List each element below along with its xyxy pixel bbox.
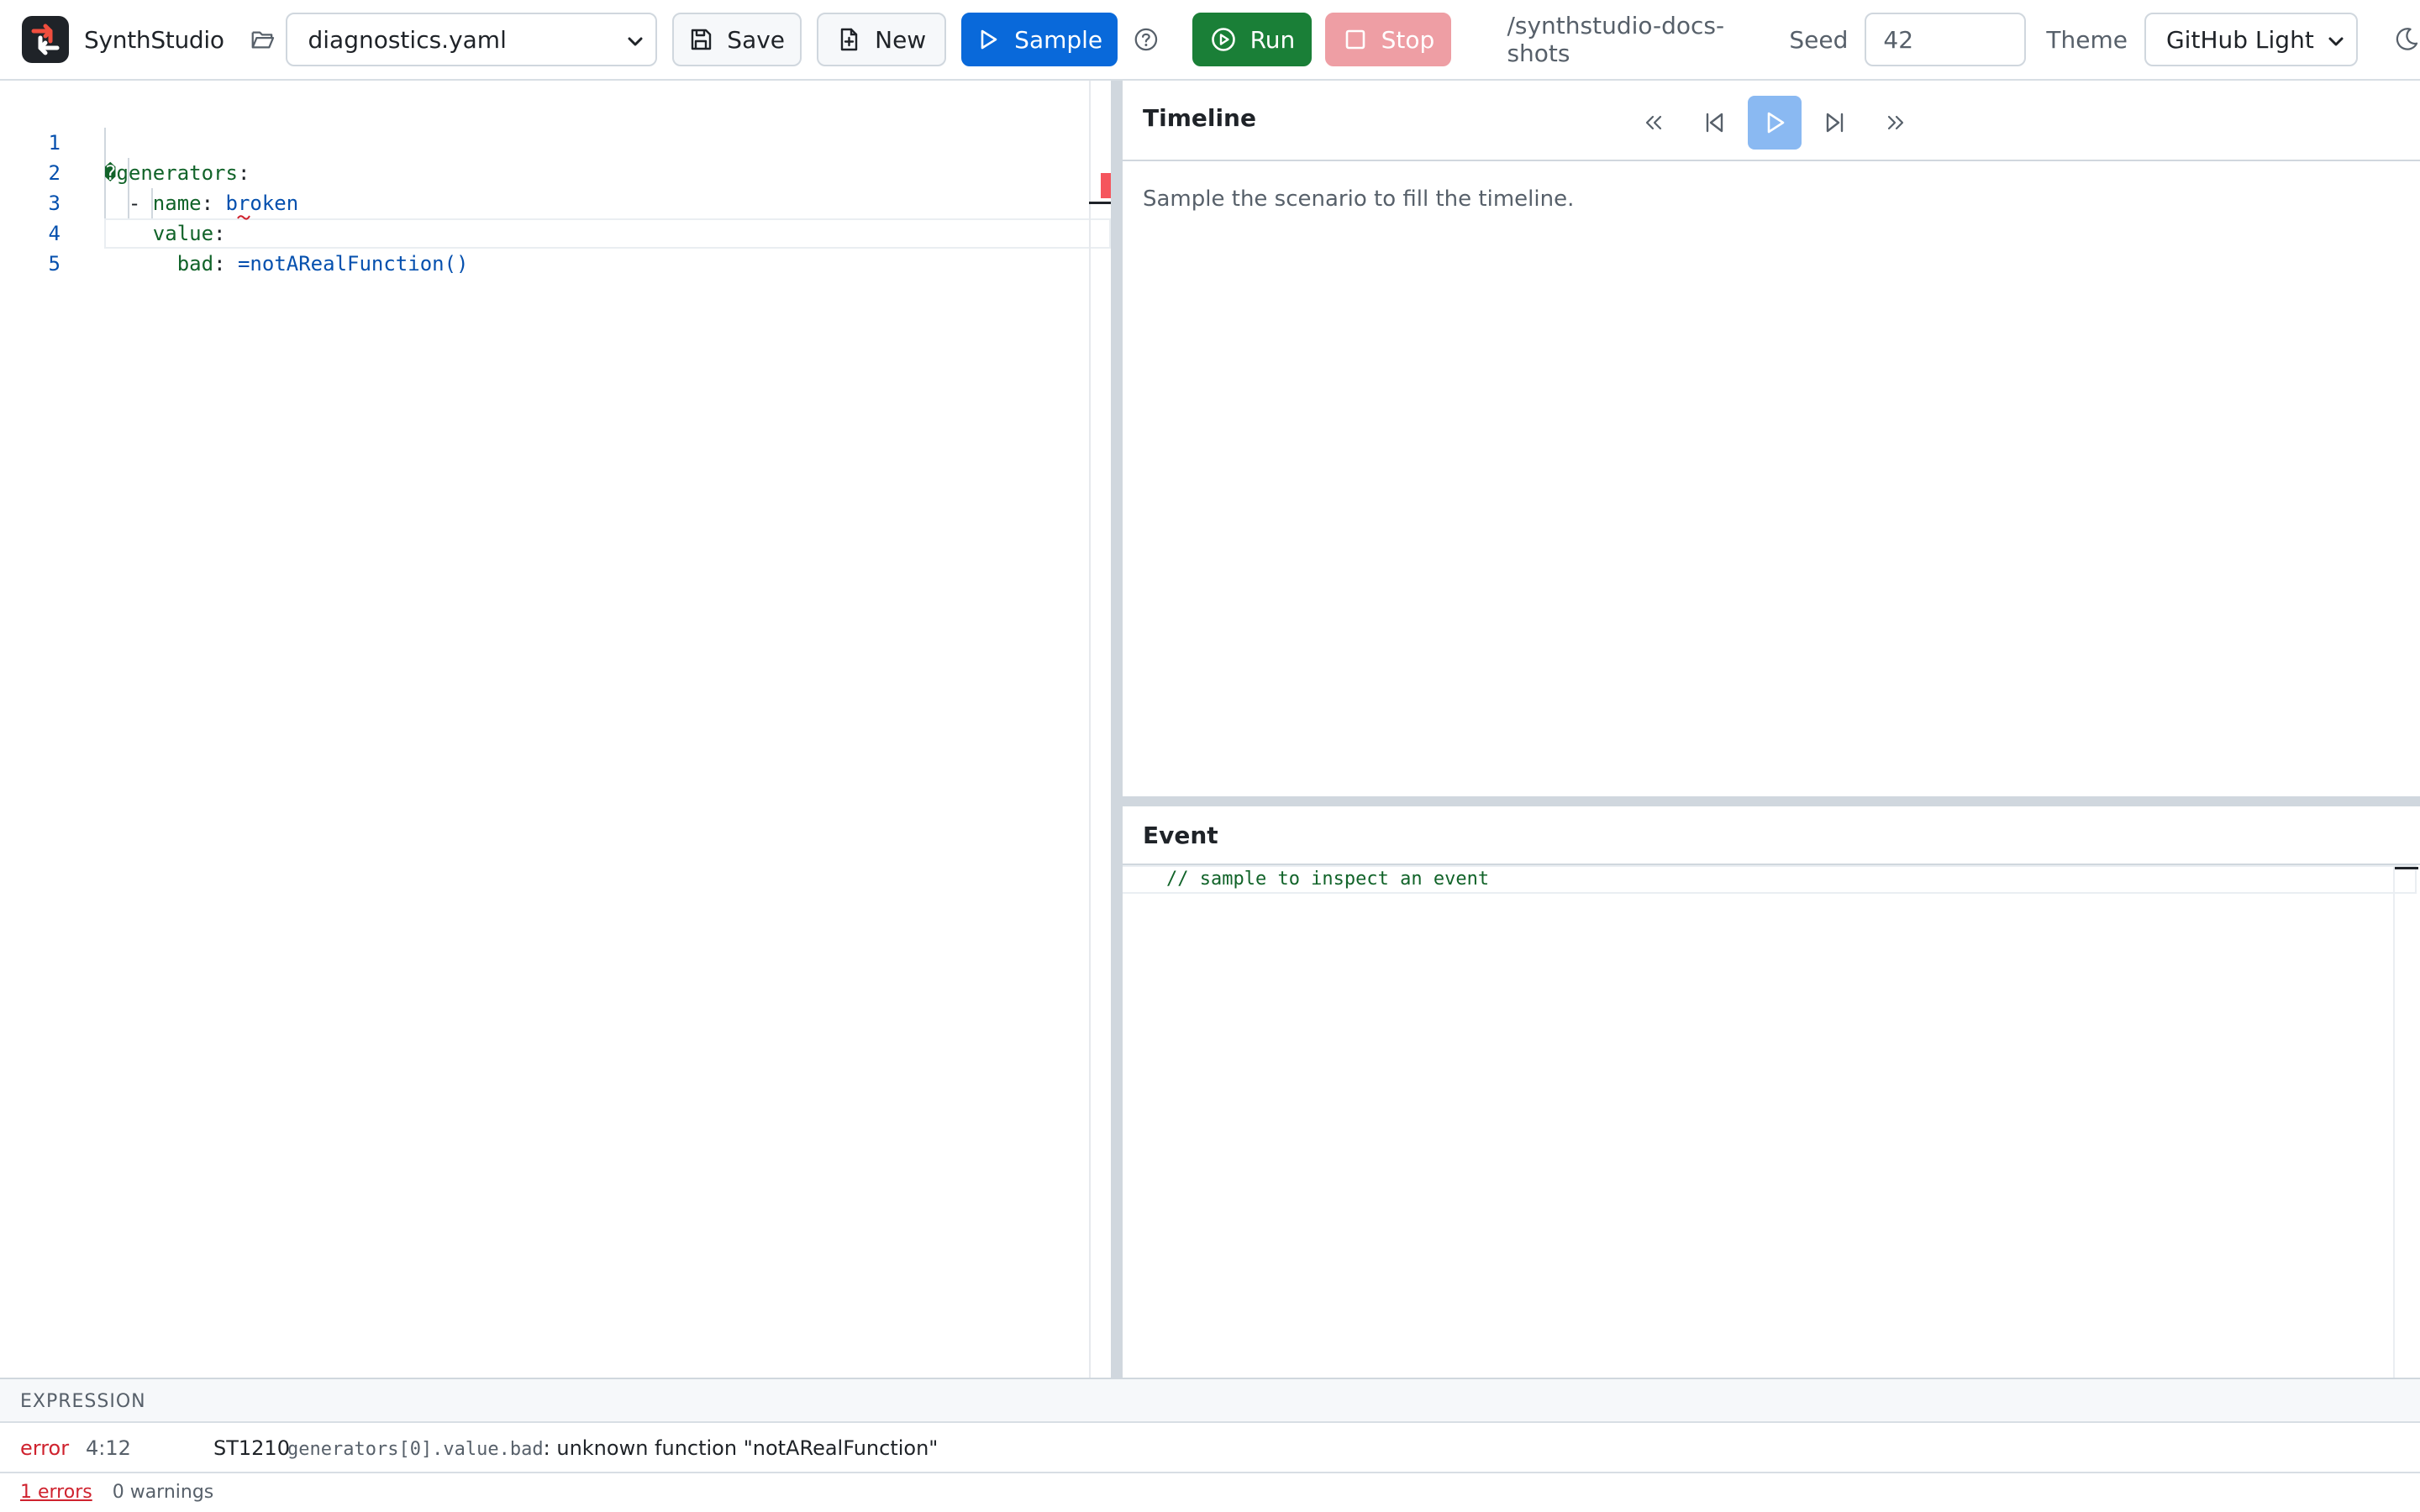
editor-line: 3 value: — [0, 158, 1111, 245]
moon-icon[interactable] — [2393, 25, 2420, 54]
save-label: Save — [727, 25, 786, 54]
event-placeholder-code[interactable]: // sample to inspect an event — [1166, 869, 1489, 890]
jump-to-start-button[interactable] — [1627, 96, 1681, 150]
theme-select-value: GitHub Light — [2165, 25, 2314, 54]
diagnostic-text: : unknown function "notARealFunction" — [543, 1436, 939, 1460]
seed-label: Seed — [1789, 25, 1849, 54]
diagnostics-panel: EXPRESSION error 4:12 ST1210 generators[… — [0, 1378, 2420, 1512]
sample-button[interactable]: Sample — [960, 13, 1118, 66]
yaml-key: bad — [176, 252, 214, 276]
diagnostic-path: generators[0].value.bad — [287, 1439, 544, 1460]
new-button[interactable]: New — [816, 13, 946, 66]
new-label: New — [875, 25, 927, 54]
editor-scrollbar-track[interactable] — [1089, 81, 1091, 1378]
file-select-value: diagnostics.yaml — [308, 25, 507, 54]
editor-line: 1 �generators: — [0, 97, 1111, 185]
theme-select[interactable]: GitHub Light — [2144, 13, 2359, 66]
theme-label: Theme — [2046, 25, 2128, 54]
sample-label: Sample — [1014, 25, 1103, 54]
seed-input[interactable] — [1865, 13, 2027, 66]
toolbar: SynthStudio diagnostics.yaml Save New Sa… — [0, 0, 2420, 81]
play-circle-icon — [1211, 28, 1235, 51]
diagnostics-summary: 1 errors 0 warnings — [20, 1482, 213, 1503]
chevron-down-icon — [628, 37, 643, 46]
chevron-down-icon — [2328, 37, 2344, 46]
diagnostic-position: 4:12 — [86, 1436, 131, 1460]
yaml-expression-value: =notARealFunction() — [237, 252, 469, 276]
save-icon — [692, 29, 712, 50]
synthstudio-logo-icon — [22, 16, 69, 63]
next-event-button[interactable] — [1808, 96, 1862, 150]
play-icon — [981, 29, 997, 50]
file-select[interactable]: diagnostics.yaml — [286, 13, 657, 66]
line-number: 5 — [48, 252, 60, 276]
yaml-indent — [104, 252, 177, 276]
event-header: Event — [1123, 806, 2420, 865]
file-plus-icon — [840, 28, 858, 51]
timeline-empty-message: Sample the scenario to fill the timeline… — [1143, 186, 1575, 212]
folder-open-icon[interactable] — [250, 25, 276, 54]
chevrons-left-icon — [1645, 115, 1662, 130]
diagnostic-code: ST1210 — [213, 1436, 290, 1460]
diagnostics-header: EXPRESSION — [0, 1379, 2420, 1423]
save-button[interactable]: Save — [671, 13, 802, 66]
warnings-summary: 0 warnings — [112, 1482, 214, 1503]
timeline-controls — [1627, 96, 1929, 150]
diagnostic-row[interactable]: error 4:12 ST1210 generators[0].value.ba… — [0, 1423, 2420, 1473]
horizontal-splitter-handle[interactable] — [1123, 796, 2420, 806]
run-button[interactable]: Run — [1192, 13, 1313, 66]
diagnostic-message: generators[0].value.bad: unknown functio… — [287, 1436, 938, 1460]
play-icon — [1767, 112, 1785, 134]
cursor-overview-marker — [1089, 202, 1111, 204]
timeline-panel: Timeline Sample the scenario to fill the… — [1123, 81, 2420, 796]
errors-summary-link[interactable]: 1 errors — [20, 1482, 92, 1503]
event-title: Event — [1143, 822, 1218, 849]
play-timeline-button[interactable] — [1748, 96, 1802, 150]
event-scrollbar-track[interactable] — [2393, 867, 2420, 1378]
line-code: bad: =notARealFunction() — [104, 249, 469, 279]
editor-line: 4 bad: =notARealFunction() — [0, 188, 1111, 276]
jump-to-end-button[interactable] — [1869, 96, 1923, 150]
skip-forward-icon — [1826, 113, 1844, 133]
error-squiggle-icon — [237, 215, 250, 220]
event-panel: Event // sample to inspect an event — [1123, 806, 2420, 1378]
code-editor[interactable]: 1 �generators: 2 - name: broken 3 value:… — [0, 81, 1111, 1378]
editor-line: 5 — [0, 218, 1111, 276]
yaml-separator: : — [213, 252, 238, 276]
editor-line: 2 - name: broken — [0, 128, 1111, 215]
diagnostic-severity: error — [20, 1436, 70, 1460]
chevrons-right-icon — [1887, 115, 1904, 130]
error-overview-marker[interactable] — [1101, 173, 1111, 198]
vertical-splitter-handle[interactable] — [1111, 81, 1123, 1378]
workspace-path: /synthstudio-docs-shots — [1507, 12, 1725, 67]
timeline-title: Timeline — [1143, 104, 1256, 132]
skip-back-icon — [1706, 113, 1723, 133]
brand-name: SynthStudio — [84, 25, 224, 54]
stop-square-icon — [1345, 29, 1365, 50]
stop-label: Stop — [1381, 25, 1435, 54]
previous-event-button[interactable] — [1687, 96, 1741, 150]
diagnostics-title: EXPRESSION — [20, 1391, 146, 1412]
stop-button[interactable]: Stop — [1325, 13, 1452, 66]
event-cursor-overview-marker — [2395, 867, 2418, 869]
run-label: Run — [1249, 25, 1296, 54]
timeline-header: Timeline — [1123, 81, 2420, 161]
help-circle-icon[interactable] — [1133, 25, 1160, 54]
